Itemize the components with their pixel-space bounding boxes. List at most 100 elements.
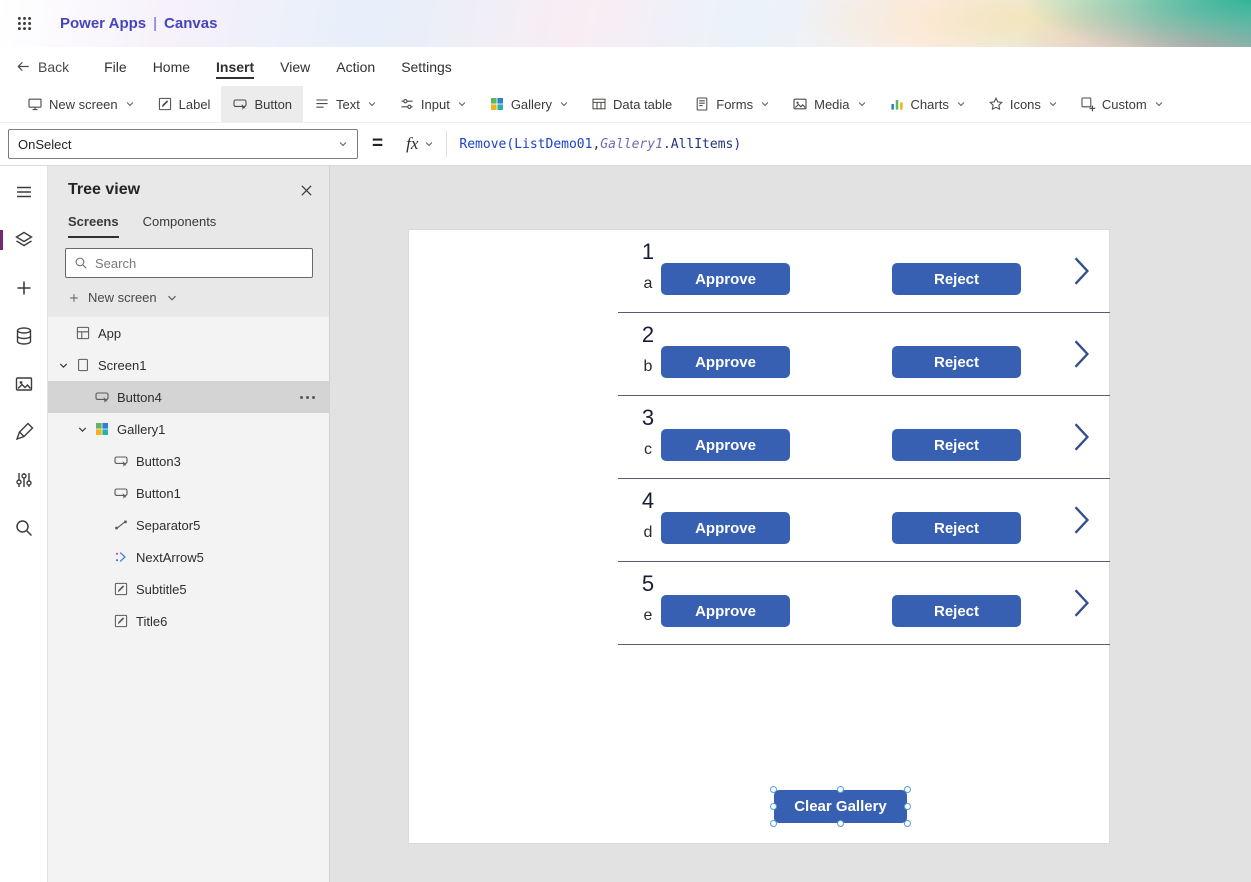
reject-button[interactable]: Reject (892, 512, 1021, 544)
tree-view-title: Tree view (68, 181, 141, 198)
chevron-down-icon (857, 99, 867, 109)
toolbar-item-label: Icons (1009, 96, 1041, 112)
tree-item-gallery1[interactable]: Gallery1 (48, 413, 329, 445)
back-button[interactable]: Back (16, 59, 69, 75)
selection-handle-e[interactable] (904, 803, 911, 810)
toolbar-item-label[interactable]: Label (146, 86, 222, 122)
tree-item-screen1[interactable]: Screen1 (48, 349, 329, 381)
formula-token: .AllItems) (662, 136, 742, 152)
rail-variables-button[interactable] (0, 456, 48, 504)
toolbar-item-label: Custom (1101, 96, 1147, 112)
rail-search-button[interactable] (0, 504, 48, 552)
tab-screens[interactable]: Screens (68, 214, 119, 238)
next-arrow-icon[interactable] (1070, 420, 1092, 454)
row-title: 5 (641, 571, 655, 596)
tree-item-label: Button3 (136, 453, 181, 469)
gallery-row[interactable]: 2 b Approve Reject (618, 313, 1110, 396)
approve-button[interactable]: Approve (661, 263, 790, 295)
toolbar-item-charts[interactable]: Charts (878, 86, 977, 122)
tree-item-title6[interactable]: Title6 (48, 605, 329, 637)
formula-input[interactable]: Remove(ListDemo01,Gallery1.AllItems) (459, 137, 741, 152)
new-screen-icon (27, 96, 43, 112)
reject-button[interactable]: Reject (892, 429, 1021, 461)
menu-item-label: View (280, 58, 311, 75)
gallery-row[interactable]: 5 e Approve Reject (618, 562, 1110, 645)
toolbar-item-custom[interactable]: Custom (1069, 86, 1175, 122)
toolbar-item-input[interactable]: Input (388, 86, 478, 122)
rail-tree-view-button[interactable] (0, 216, 48, 264)
search-input[interactable] (95, 255, 304, 271)
label-control-icon (157, 96, 173, 112)
selection-handle-n[interactable] (837, 786, 844, 793)
next-arrow-icon[interactable] (1070, 586, 1092, 620)
caret-down-icon[interactable] (58, 360, 75, 371)
menu-item-insert[interactable]: Insert (203, 47, 267, 86)
tree-item-button3[interactable]: Button3 (48, 445, 329, 477)
approve-button[interactable]: Approve (661, 429, 790, 461)
tree-item-separator5[interactable]: Separator5 (48, 509, 329, 541)
rail-advanced-tools-button[interactable] (0, 408, 48, 456)
selection-handle-se[interactable] (904, 820, 911, 827)
formula-token: Remove( (459, 136, 515, 152)
gallery-control-icon (94, 421, 110, 437)
toolbar-item-media[interactable]: Media (781, 86, 877, 122)
selection-handle-nw[interactable] (770, 786, 777, 793)
toolbar-item-button[interactable]: Button (221, 86, 304, 122)
selection-handle-sw[interactable] (770, 820, 777, 827)
approve-button[interactable]: Approve (661, 595, 790, 627)
media-icon (14, 374, 34, 394)
rail-data-button[interactable] (0, 312, 48, 360)
property-selector[interactable]: OnSelect (8, 129, 358, 159)
menu-item-settings[interactable]: Settings (388, 47, 465, 86)
gallery-row[interactable]: 1 a Approve Reject (618, 230, 1110, 313)
tree-item-button4[interactable]: Button4 (48, 381, 329, 413)
toolbar-item-icons[interactable]: Icons (977, 86, 1069, 122)
toolbar-item-forms[interactable]: Forms (683, 86, 781, 122)
toolbar-item-gallery[interactable]: Gallery (478, 86, 580, 122)
approve-button[interactable]: Approve (661, 512, 790, 544)
reject-button[interactable]: Reject (892, 346, 1021, 378)
waffle-icon (16, 15, 33, 32)
approve-button[interactable]: Approve (661, 346, 790, 378)
gallery-row[interactable]: 3 c Approve Reject (618, 396, 1110, 479)
screen1-artboard[interactable]: 1 a Approve Reject 2 b Approve Reject 3 c Approve R… (409, 230, 1110, 843)
brand-power-apps[interactable]: Power Apps (60, 15, 146, 32)
tab-components[interactable]: Components (143, 214, 217, 238)
fx-dropdown[interactable]: fx (394, 131, 448, 157)
gallery-row[interactable]: 4 d Approve Reject (618, 479, 1110, 562)
menu-item-action[interactable]: Action (323, 47, 388, 86)
new-screen-button[interactable]: New screen (48, 278, 329, 317)
row-title: 2 (641, 322, 655, 347)
fx-label: fx (406, 134, 419, 153)
tree-item-subtitle5[interactable]: Subtitle5 (48, 573, 329, 605)
rail-insert-button[interactable] (0, 264, 48, 312)
toolbar-item-new-screen[interactable]: New screen (16, 86, 146, 122)
next-arrow-icon[interactable] (1070, 337, 1092, 371)
toolbar-item-data-table[interactable]: Data table (580, 86, 683, 122)
tree-item-label: App (98, 325, 122, 341)
menu-item-home[interactable]: Home (140, 47, 203, 86)
selection-handle-ne[interactable] (904, 786, 911, 793)
advanced-tools-icon (14, 422, 34, 442)
app-launcher-button[interactable] (0, 0, 48, 47)
clear-gallery-button[interactable]: Clear Gallery (774, 790, 907, 823)
tree-item-app[interactable]: App (48, 317, 329, 349)
rail-media-button[interactable] (0, 360, 48, 408)
rail-menu-button[interactable] (0, 168, 48, 216)
selection-handle-w[interactable] (770, 803, 777, 810)
next-arrow-icon[interactable] (1070, 254, 1092, 288)
caret-down-icon[interactable] (77, 424, 94, 435)
reject-button[interactable]: Reject (892, 263, 1021, 295)
reject-button[interactable]: Reject (892, 595, 1021, 627)
tree-item-button1[interactable]: Button1 (48, 477, 329, 509)
menu-item-view[interactable]: View (267, 47, 323, 86)
close-icon[interactable] (300, 184, 313, 197)
menu-item-file[interactable]: File (91, 47, 140, 86)
next-arrow-icon[interactable] (1070, 503, 1092, 537)
toolbar-item-text[interactable]: Text (303, 86, 388, 122)
more-options-icon[interactable] (300, 395, 315, 399)
tree-item-nextarrow5[interactable]: NextArrow5 (48, 541, 329, 573)
toolbar-item-label: Input (420, 96, 450, 112)
search-box[interactable] (65, 248, 313, 278)
selection-handle-s[interactable] (837, 820, 844, 827)
